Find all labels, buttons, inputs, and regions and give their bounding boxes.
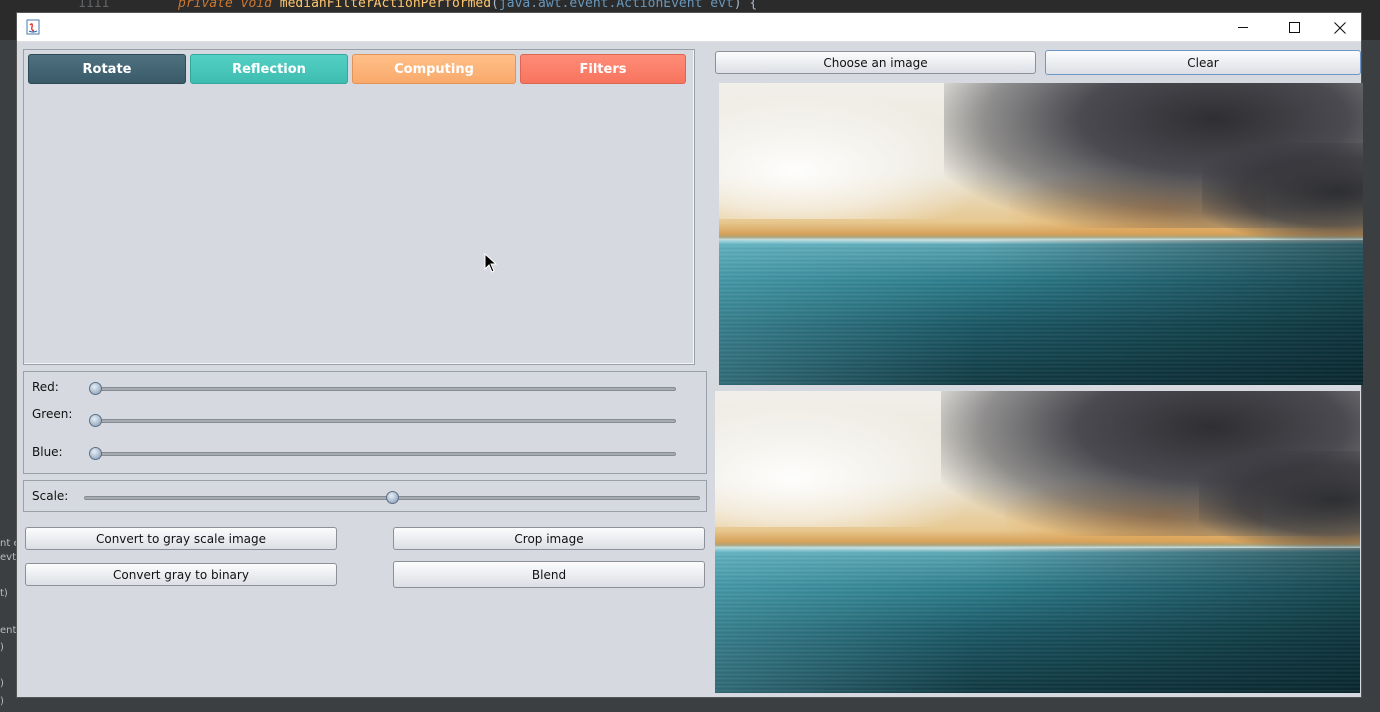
processed-image-display (715, 391, 1360, 693)
maximize-button[interactable] (1271, 13, 1317, 42)
tab-rotate[interactable]: Rotate (28, 54, 186, 84)
maximize-icon (1288, 22, 1300, 33)
code-keyword-void: void (240, 0, 272, 11)
code-keyword-private: private (178, 0, 233, 11)
ide-right-panel (1362, 40, 1380, 700)
blend-button[interactable]: Blend (393, 561, 705, 588)
convert-binary-button[interactable]: Convert gray to binary (25, 563, 337, 586)
ide-fragment: t) (0, 588, 8, 599)
scale-slider-panel: Scale: (23, 480, 707, 512)
ide-bottom-bar (16, 697, 1380, 712)
choose-image-button[interactable]: Choose an image (715, 51, 1036, 74)
tab-reflection[interactable]: Reflection (190, 54, 348, 84)
app-window: Rotate Reflection Computing Filters Red:… (16, 12, 1363, 698)
green-slider-track[interactable] (92, 419, 676, 423)
scale-slider-label: Scale: (32, 489, 69, 503)
ide-code-line: private void medianFilterActionPerformed… (178, 0, 757, 11)
ide-fragment: ) (0, 678, 4, 689)
red-slider-thumb[interactable] (89, 382, 102, 395)
close-button[interactable] (1317, 13, 1363, 42)
title-bar[interactable] (17, 13, 1361, 42)
tab-computing[interactable]: Computing (352, 54, 516, 84)
tab-filters[interactable]: Filters (520, 54, 686, 84)
red-slider-track[interactable] (92, 387, 676, 391)
ide-fragment: ) (0, 696, 4, 707)
green-slider-label: Green: (32, 407, 73, 421)
code-param-type: java.awt.event.ActionEvent (498, 0, 703, 11)
seascape-image (719, 83, 1363, 385)
rgb-slider-panel: Red: Green: Blue: (23, 371, 707, 474)
mouse-cursor-icon (484, 253, 498, 273)
code-paren-open: ( (491, 0, 499, 11)
operations-tab-panel: Rotate Reflection Computing Filters (23, 49, 695, 365)
java-app-icon (26, 19, 40, 35)
ide-line-number: 1111 (78, 0, 110, 11)
red-slider-label: Red: (32, 380, 59, 394)
ide-fragment: ) (0, 642, 4, 653)
minimize-button[interactable] (1220, 13, 1266, 42)
ide-fragment: ent (0, 625, 17, 636)
blue-slider-thumb[interactable] (89, 447, 102, 460)
scale-slider-thumb[interactable] (386, 491, 399, 504)
code-param-name: evt (702, 0, 734, 11)
ide-editor-strip: 1111 private void medianFilterActionPerf… (0, 0, 1380, 12)
crop-image-button[interactable]: Crop image (393, 527, 705, 550)
original-image-display (719, 83, 1363, 385)
code-paren-close: ) { (733, 0, 758, 11)
ide-left-gutter: nt e evt) t) ent ) ) ) (0, 40, 20, 712)
blue-slider-label: Blue: (32, 445, 63, 459)
seascape-image (715, 391, 1360, 693)
blue-slider-track[interactable] (92, 452, 676, 456)
green-slider-thumb[interactable] (89, 414, 102, 427)
code-method-name: medianFilterActionPerformed (279, 0, 492, 11)
clear-button[interactable]: Clear (1045, 50, 1361, 75)
close-icon (1334, 21, 1346, 34)
minimize-icon (1237, 27, 1248, 28)
convert-gray-button[interactable]: Convert to gray scale image (25, 527, 337, 550)
